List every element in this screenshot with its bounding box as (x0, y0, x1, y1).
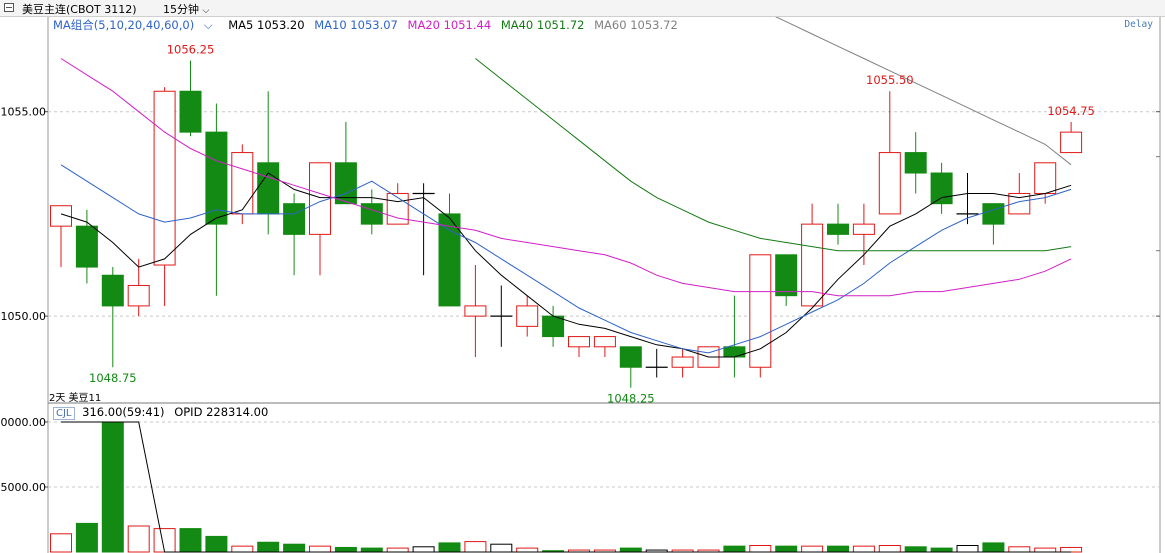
volume-bar (801, 545, 824, 553)
volume-indicator-tag[interactable]: CJL (53, 407, 75, 420)
volume-bar (50, 533, 72, 553)
candle-body (749, 254, 772, 368)
candle-body (309, 162, 331, 235)
candle-body (568, 336, 590, 348)
candle-body (127, 284, 150, 307)
candle-body (904, 152, 927, 174)
volume-bar (904, 546, 927, 553)
volume-bar (75, 522, 98, 553)
volume-y-tick-label: 5000.00 (1, 481, 47, 494)
candle-body (179, 90, 202, 133)
volume-bar (490, 543, 513, 553)
y-tick-label: 1050.00 (1, 310, 47, 323)
chevron-down-icon: ⌵ (202, 6, 210, 16)
period-label: 15分钟 (163, 3, 199, 16)
candle-body (878, 152, 901, 215)
opid-value: OPID 228314.00 (174, 405, 269, 419)
candle-body (671, 356, 694, 368)
volume-bar (749, 545, 772, 553)
days-label: 2天 美豆11 (49, 393, 102, 404)
volume-bar (827, 545, 849, 553)
candle-body (231, 152, 254, 215)
candle-body (1060, 131, 1083, 154)
candle-body (153, 90, 176, 266)
candle-body (930, 172, 953, 205)
volume-bar (956, 545, 979, 553)
volume-bar (127, 525, 150, 553)
volume-y-tick-label: 10000.00 (0, 416, 46, 429)
volume-bar (283, 543, 306, 553)
low-annotation: 1048.25 (607, 392, 655, 406)
symbol-selector[interactable]: 美豆主连(CBOT 3112) (22, 1, 137, 17)
ma-line-ma40 (475, 58, 1072, 252)
volume-bar (231, 545, 254, 553)
ma-legend: MA组合(5,10,20,40,60,0) ⌵ MA5 1053.20 MA10… (53, 17, 684, 32)
candle-body (464, 305, 487, 317)
candle-body (257, 162, 280, 215)
ma-group-label: MA组合(5,10,20,40,60,0) (53, 18, 195, 32)
volume-bar (775, 545, 798, 553)
volume-bar (516, 547, 539, 553)
volume-bar (205, 535, 228, 553)
candle-body (982, 203, 1005, 225)
volume-bar (982, 542, 1005, 553)
volume-bar (878, 545, 901, 553)
pin-icon[interactable] (4, 3, 14, 12)
volume-bar (1034, 547, 1057, 553)
volume-value: 316.00(59:41) (82, 405, 165, 419)
ma-group-selector[interactable]: MA组合(5,10,20,40,60,0) ⌵ (53, 18, 222, 32)
volume-bar (1008, 546, 1031, 553)
volume-bar (179, 528, 202, 553)
volume-bar (412, 546, 435, 553)
volume-bar (386, 547, 409, 553)
ma10-legend: MA10 1053.07 (314, 18, 398, 32)
volume-bar (930, 547, 953, 553)
chart-window: 1055.00 1050.00 10000.00 5000.00 1056.25 1048… (0, 0, 1165, 553)
chevron-down-icon: ⌵ (203, 18, 213, 32)
candle-body (542, 315, 565, 338)
delay-indicator: Delay (1124, 19, 1153, 30)
volume-bar (464, 541, 487, 553)
candle-body (75, 225, 98, 268)
candle-body (101, 274, 124, 307)
y-tick-label: 1055.00 (1, 106, 47, 119)
candle-body (593, 336, 616, 348)
low-annotation: 1048.75 (89, 371, 137, 385)
volume-bar (438, 542, 461, 553)
candle-body (723, 346, 746, 358)
high-annotation: 1054.75 (1047, 104, 1095, 118)
period-selector[interactable]: 15分钟 ⌵ (163, 1, 209, 17)
candle-body (516, 305, 539, 327)
volume-bar (852, 545, 875, 553)
volume-bar (101, 421, 124, 553)
ma60-legend: MA60 1053.72 (594, 18, 678, 32)
candle-body (360, 203, 383, 225)
candle-body (1034, 162, 1057, 194)
ma20-legend: MA20 1051.44 (407, 18, 492, 32)
volume-bar (1060, 546, 1083, 553)
candle-body (283, 203, 306, 235)
candle-body (775, 254, 798, 297)
ma5-legend: MA5 1053.20 (228, 18, 305, 32)
volume-bar (153, 528, 176, 553)
chart-canvas: 1055.00 1050.00 10000.00 5000.00 1056.25 1048… (0, 9, 1161, 553)
high-annotation: 1056.25 (167, 43, 215, 57)
volume-bar (360, 547, 383, 553)
candle-body (205, 131, 228, 225)
volume-bar (257, 541, 280, 553)
symbol-label: 美豆主连(CBOT 3112) (22, 3, 137, 16)
candle-body (852, 223, 875, 235)
title-bar: 美豆主连(CBOT 3112) 15分钟 ⌵ (0, 0, 1165, 17)
ma40-legend: MA40 1051.72 (500, 18, 585, 32)
candle-body (801, 223, 824, 307)
candle-body (827, 223, 849, 235)
volume-legend: CJL 316.00(59:41) OPID 228314.00 (53, 405, 269, 420)
volume-bar (619, 547, 642, 553)
candle-body (619, 346, 642, 368)
volume-bar (334, 546, 357, 553)
volume-bar (723, 545, 746, 553)
high-annotation: 1055.50 (866, 73, 914, 87)
volume-bar (309, 545, 331, 553)
